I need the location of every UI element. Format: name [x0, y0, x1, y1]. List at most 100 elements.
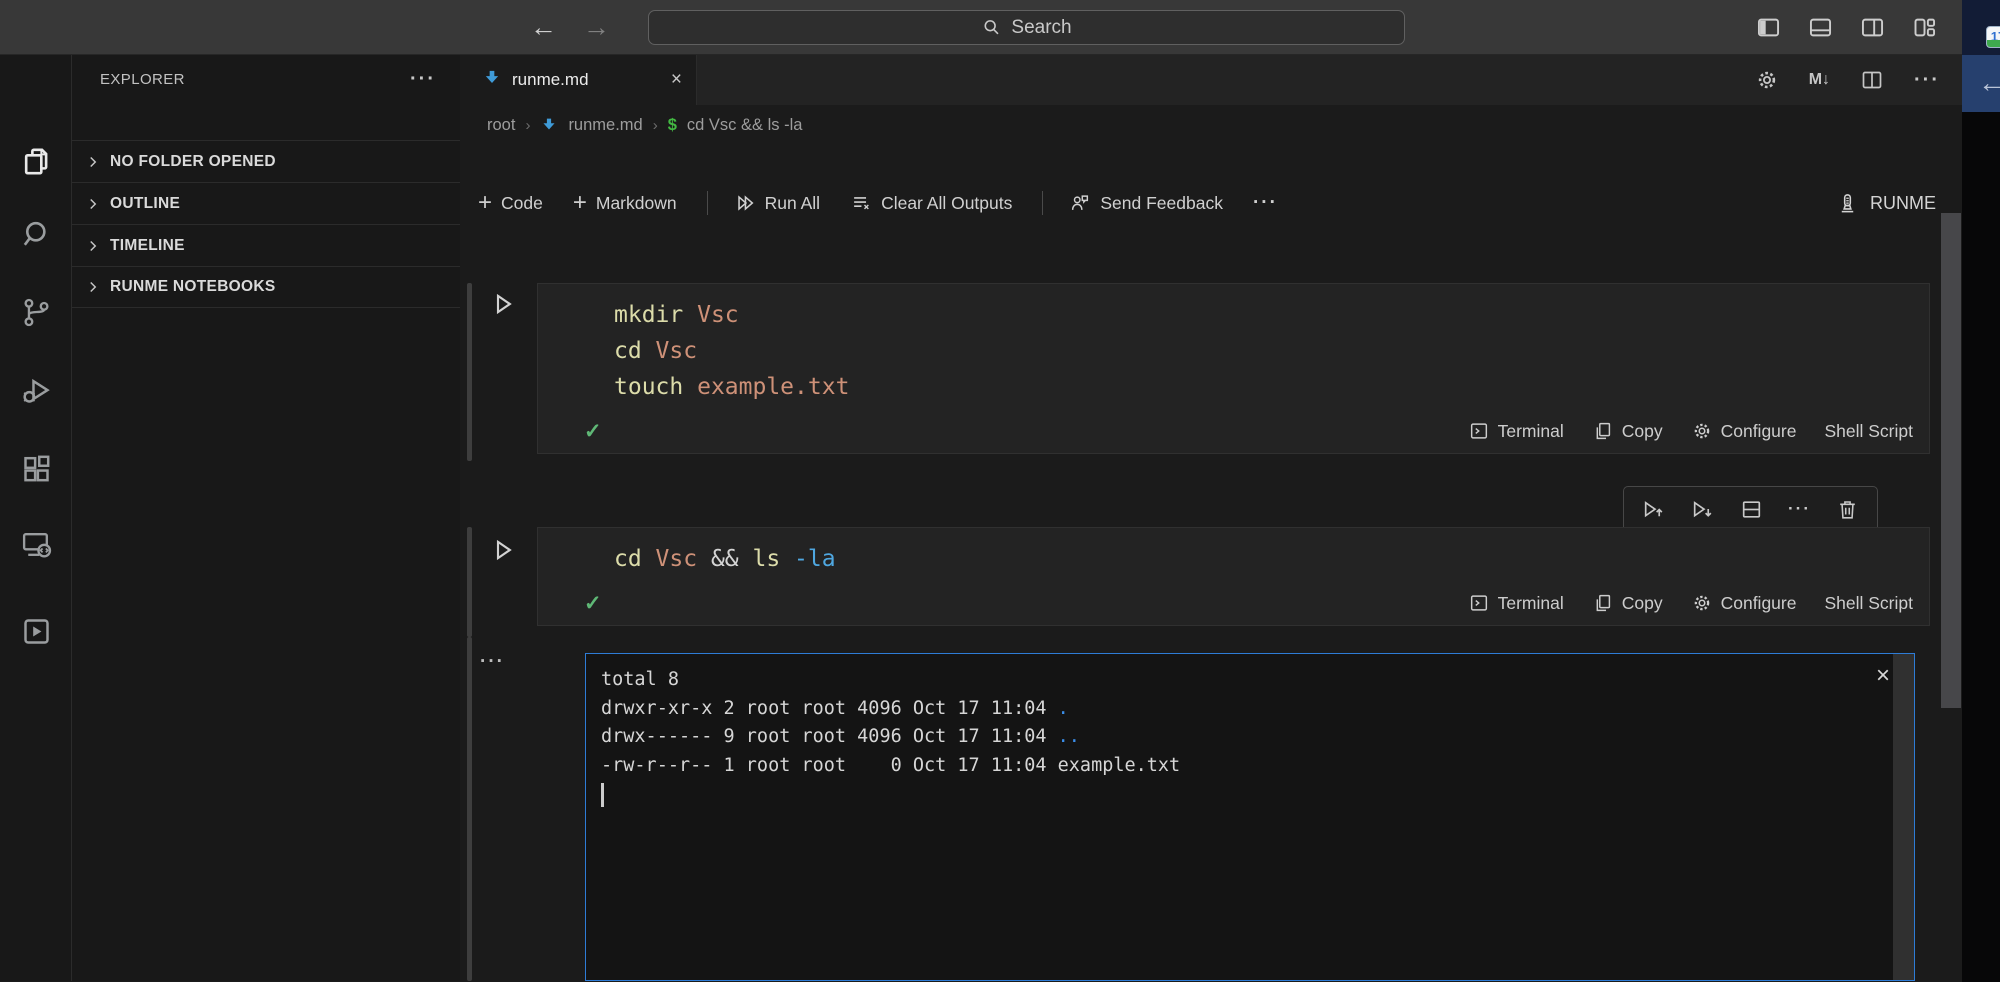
desktop-edge-strip: 17 ←: [1962, 0, 2000, 982]
terminal-button[interactable]: Terminal: [1468, 592, 1564, 614]
search-view-icon[interactable]: [0, 210, 72, 258]
code-line: cd Vsc && ls -la: [614, 541, 1929, 577]
explorer-icon[interactable]: [0, 137, 72, 185]
delete-cell-icon[interactable]: [1835, 497, 1860, 522]
toolbar-divider: [707, 191, 708, 215]
button-label: Copy: [1622, 421, 1663, 442]
code-token: &&: [711, 546, 753, 572]
run-all-button[interactable]: Run All: [734, 192, 820, 214]
button-label: Run All: [765, 193, 820, 214]
source-control-icon[interactable]: [0, 288, 72, 336]
cell-language-label[interactable]: Shell Script: [1824, 421, 1913, 442]
runme-brand: RUNME: [1835, 191, 1936, 216]
title-bar: ← → Search: [0, 0, 1962, 55]
terminal-line: drwx------ 9 root root 4096 Oct 17 11:04…: [601, 723, 1180, 752]
close-tab-icon[interactable]: ×: [671, 69, 682, 91]
run-cell-icon[interactable]: [488, 535, 518, 570]
add-code-cell-button[interactable]: + Code: [478, 191, 543, 215]
desktop-dark-area: [1962, 112, 2000, 982]
output-more-actions-icon[interactable]: ···: [480, 651, 505, 673]
customize-layout-icon[interactable]: [1911, 14, 1938, 41]
terminal-output[interactable]: total 8 drwxr-xr-x 2 root root 4096 Oct …: [585, 653, 1915, 981]
success-check-icon: ✓: [584, 419, 602, 444]
cell-more-actions-icon[interactable]: ···: [1788, 499, 1811, 519]
terminal-token: .: [1058, 698, 1069, 719]
toolbar-more-icon[interactable]: ···: [1253, 192, 1278, 214]
button-label: Send Feedback: [1100, 193, 1223, 214]
copy-button[interactable]: Copy: [1592, 592, 1663, 614]
terminal-icon: [1468, 420, 1490, 442]
sidebar-more-icon[interactable]: ···: [410, 68, 436, 91]
notebook-settings-gear-icon[interactable]: [1755, 68, 1779, 92]
execute-above-icon[interactable]: [1641, 497, 1666, 522]
breadcrumb-file[interactable]: runme.md: [568, 116, 642, 135]
chevron-right-icon: [84, 153, 102, 171]
section-label: OUTLINE: [110, 195, 180, 213]
notebook-body: mkdir Vsc cd Vsc touch example.txt ✓ Ter…: [460, 233, 1962, 981]
code-token: Vsc: [697, 302, 739, 328]
terminal-token: total 8: [601, 669, 679, 690]
editor-group: runme.md × M↓ ···: [460, 55, 1962, 981]
plus-icon: +: [573, 191, 587, 215]
add-markdown-cell-button[interactable]: + Markdown: [573, 191, 677, 215]
code-cell-1[interactable]: mkdir Vsc cd Vsc touch example.txt ✓ Ter…: [537, 283, 1930, 454]
sidebar-item-outline[interactable]: OUTLINE: [72, 182, 460, 224]
terminal-button[interactable]: Terminal: [1468, 420, 1564, 442]
copy-icon: [1592, 420, 1614, 442]
code-line: mkdir Vsc: [614, 297, 1929, 333]
toggle-secondary-sidebar-icon[interactable]: [1859, 14, 1886, 41]
brand-label: RUNME: [1870, 193, 1936, 214]
extensions-icon[interactable]: [0, 444, 72, 492]
close-output-icon[interactable]: ×: [1876, 664, 1890, 688]
sidebar-item-runme-notebooks[interactable]: RUNME NOTEBOOKS: [72, 266, 460, 308]
split-editor-icon[interactable]: [1860, 68, 1884, 92]
code-token: Vsc: [656, 338, 698, 364]
cell-status-actions: Terminal Copy Configure: [1468, 420, 1913, 442]
run-cell-icon[interactable]: [488, 289, 518, 324]
tab-runme-md[interactable]: runme.md ×: [460, 55, 697, 105]
toggle-panel-icon[interactable]: [1807, 14, 1834, 41]
copy-button[interactable]: Copy: [1592, 420, 1663, 442]
split-cell-icon[interactable]: [1739, 497, 1764, 522]
output-focus-bar: [467, 637, 472, 981]
cell-1-code[interactable]: mkdir Vsc cd Vsc touch example.txt: [538, 284, 1929, 409]
sidebar-sections: NO FOLDER OPENED OUTLINE TIMELINE: [72, 140, 460, 308]
run-debug-icon[interactable]: [0, 366, 72, 414]
terminal-token: -rw-r--r-- 1 root root 0 Oct 17 11:04 ex…: [601, 755, 1180, 776]
sidebar-item-timeline[interactable]: TIMELINE: [72, 224, 460, 266]
editor-more-actions-icon[interactable]: ···: [1914, 69, 1940, 92]
configure-button[interactable]: Configure: [1691, 420, 1797, 442]
command-center-search[interactable]: Search: [648, 10, 1405, 45]
terminal-scrollbar[interactable]: [1893, 654, 1914, 980]
terminal-line: drwxr-xr-x 2 root root 4096 Oct 17 11:04…: [601, 695, 1180, 724]
markdown-preview-icon[interactable]: M↓: [1809, 71, 1830, 89]
cell-language-label[interactable]: Shell Script: [1824, 593, 1913, 614]
search-icon: [981, 17, 1002, 38]
runme-panel-icon[interactable]: [0, 607, 72, 655]
button-label: Copy: [1622, 593, 1663, 614]
configure-button[interactable]: Configure: [1691, 592, 1797, 614]
send-feedback-button[interactable]: Send Feedback: [1069, 192, 1223, 214]
back-arrow-icon: ←: [1978, 67, 2000, 99]
forward-icon[interactable]: →: [583, 14, 610, 41]
history-nav: ← →: [530, 0, 610, 55]
runme-rocket-icon: [1835, 191, 1860, 216]
code-cell-2[interactable]: cd Vsc && ls -la ✓ Terminal: [537, 527, 1930, 626]
breadcrumb-command[interactable]: cd Vsc && ls -la: [687, 116, 803, 135]
back-icon[interactable]: ←: [530, 14, 557, 41]
breadcrumb-separator: ›: [653, 117, 658, 134]
sidebar-title: EXPLORER: [100, 71, 185, 88]
cell-2-code[interactable]: cd Vsc && ls -la: [538, 528, 1929, 581]
editor-scrollbar-thumb[interactable]: [1941, 213, 1961, 708]
clear-all-outputs-button[interactable]: Clear All Outputs: [850, 192, 1012, 214]
toggle-primary-sidebar-icon[interactable]: [1755, 14, 1782, 41]
gear-icon: [1691, 420, 1713, 442]
sidebar-item-no-folder-opened[interactable]: NO FOLDER OPENED: [72, 140, 460, 182]
search-label: Search: [1011, 17, 1071, 39]
execute-below-icon[interactable]: [1690, 497, 1715, 522]
breadcrumb-root[interactable]: root: [487, 116, 515, 135]
language-label: Shell Script: [1824, 593, 1913, 614]
code-line: touch example.txt: [614, 369, 1929, 405]
remote-explorer-icon[interactable]: [0, 520, 72, 568]
background-window-fragment: ←: [1962, 55, 2000, 112]
